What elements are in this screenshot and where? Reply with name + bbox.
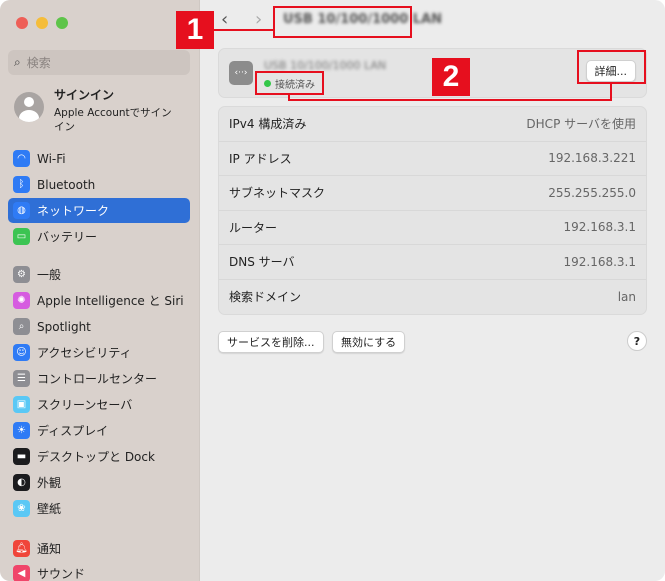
annotation-box-1: [273, 6, 412, 38]
sidebar-item[interactable]: ᛒ Bluetooth: [8, 172, 190, 197]
sidebar-item[interactable]: ❀ 壁紙: [8, 496, 190, 521]
sidebar-item-label: ネットワーク: [37, 204, 110, 218]
table-row: IPv4 構成済み DHCP サーバを使用: [219, 107, 646, 142]
sidebar-item-label: Apple Intelligence と Siri: [37, 294, 184, 308]
avatar: [14, 92, 44, 122]
row-label: 検索ドメイン: [229, 290, 302, 305]
bell-icon: 🔔︎: [13, 540, 30, 557]
sidebar: ⌕ 検索 サインイン Apple Accountでサインイン ◠ Wi-Fi ᛒ Blue…: [0, 0, 200, 581]
minimize-button[interactable]: [36, 17, 48, 29]
battery-icon: ▭: [13, 228, 30, 245]
sidebar-item-label: デスクトップと Dock: [37, 450, 155, 464]
info-table: IPv4 構成済み DHCP サーバを使用 IP アドレス 192.168.3.221…: [218, 106, 647, 315]
sidebar-item-label: 通知: [37, 542, 62, 556]
display-icon: ☀: [13, 422, 30, 439]
sidebar-item-label: アクセシビリティ: [37, 346, 132, 360]
row-label: ルーター: [229, 220, 278, 235]
dock-icon: ▬: [13, 448, 30, 465]
annotation-box-2a: [255, 71, 324, 95]
sidebar-item-label: コントロールセンター: [37, 372, 158, 386]
account-name: サインイン: [54, 88, 115, 102]
row-value: lan: [617, 289, 636, 304]
zoom-button[interactable]: [56, 17, 68, 29]
sidebar-item-label: Spotlight: [37, 319, 91, 334]
sidebar-item-label: Wi-Fi: [37, 151, 66, 166]
table-row: サブネットマスク 255.255.255.0: [219, 176, 646, 211]
delete-service-button[interactable]: サービスを削除...: [218, 331, 324, 353]
globe-icon: ◍: [13, 202, 30, 219]
row-value: 192.168.3.221: [548, 151, 636, 166]
appearance-icon: ◐: [13, 474, 30, 491]
table-row: DNS サーバ 192.168.3.1: [219, 245, 646, 280]
annotation-line-2: [288, 99, 612, 101]
table-row: ルーター 192.168.3.1: [219, 211, 646, 245]
search-placeholder: 検索: [26, 56, 51, 70]
annotation-number-2: 2: [432, 58, 470, 96]
wallpaper-icon: ❀: [13, 500, 30, 517]
ethernet-icon: ‹··›: [229, 61, 253, 85]
sidebar-item[interactable]: ◠ Wi-Fi: [8, 146, 190, 171]
sidebar-item[interactable]: ☰ コントロールセンター: [8, 366, 190, 391]
row-value: 255.255.255.0: [548, 185, 636, 200]
sidebar-item-label: サウンド: [37, 567, 86, 581]
annotation-box-2b: [577, 50, 646, 84]
account-sub: Apple Accountでサインイン: [54, 107, 172, 133]
sidebar-item-label: 外観: [37, 476, 62, 490]
annotation-line-2a: [288, 94, 290, 100]
annotation-line-1: [214, 29, 274, 31]
magnifier-icon: ⌕: [13, 318, 30, 335]
speaker-icon: ◀: [13, 565, 30, 581]
screensaver-icon: ▣: [13, 396, 30, 413]
sidebar-item-label: 壁紙: [37, 502, 62, 516]
sidebar-item[interactable]: ⌕ Spotlight: [8, 314, 190, 339]
row-value: DHCP サーバを使用: [526, 117, 636, 132]
sidebar-item-label: スクリーンセーバ: [37, 398, 133, 412]
search-icon: ⌕: [14, 55, 21, 69]
sidebar-item[interactable]: ◐ 外観: [8, 470, 190, 495]
bluetooth-icon: ᛒ: [13, 176, 30, 193]
sidebar-item[interactable]: ▬ デスクトップと Dock: [8, 444, 190, 469]
table-row: IP アドレス 192.168.3.221: [219, 142, 646, 176]
forward-button[interactable]: ›: [255, 9, 262, 30]
row-label: サブネットマスク: [229, 186, 326, 201]
sidebar-item-label: ディスプレイ: [37, 424, 109, 438]
account-signin[interactable]: サインイン Apple Accountでサインイン: [14, 86, 179, 134]
close-button[interactable]: [16, 17, 28, 29]
sidebar-item-label: Bluetooth: [37, 177, 96, 192]
sidebar-item[interactable]: ▭ バッテリー: [8, 224, 190, 249]
control-center-icon: ☰: [13, 370, 30, 387]
sidebar-item[interactable]: ✺ Apple Intelligence と Siri: [8, 288, 190, 313]
siri-icon: ✺: [13, 292, 30, 309]
sidebar-item[interactable]: ◀ サウンド: [8, 561, 190, 581]
row-label: IP アドレス: [229, 151, 292, 166]
row-value: 192.168.3.1: [563, 254, 636, 269]
search-input[interactable]: ⌕ 検索: [8, 50, 190, 75]
row-value: 192.168.3.1: [563, 220, 636, 235]
sidebar-item[interactable]: ◍ ネットワーク: [8, 198, 190, 223]
wifi-icon: ◠: [13, 150, 30, 167]
sidebar-item[interactable]: 🔔︎ 通知: [8, 536, 190, 561]
sidebar-item[interactable]: ☺ アクセシビリティ: [8, 340, 190, 365]
help-button[interactable]: ?: [627, 331, 647, 351]
annotation-number-1: 1: [176, 11, 214, 49]
row-label: DNS サーバ: [229, 255, 295, 270]
annotation-line-2b: [610, 83, 612, 100]
sidebar-item[interactable]: ⚙ 一般: [8, 262, 190, 287]
gear-icon: ⚙: [13, 266, 30, 283]
accessibility-icon: ☺: [13, 344, 30, 361]
sidebar-item[interactable]: ▣ スクリーンセーバ: [8, 392, 190, 417]
sidebar-item-label: バッテリー: [37, 230, 98, 244]
table-row: 検索ドメイン lan: [219, 280, 646, 315]
settings-window: ⌕ 検索 サインイン Apple Accountでサインイン ◠ Wi-Fi ᛒ Blue…: [0, 0, 665, 581]
sidebar-item[interactable]: ☀ ディスプレイ: [8, 418, 190, 443]
row-label: IPv4 構成済み: [229, 117, 307, 132]
sidebar-item-label: 一般: [37, 268, 62, 282]
back-button[interactable]: ‹: [221, 9, 228, 30]
disable-button[interactable]: 無効にする: [332, 331, 406, 353]
